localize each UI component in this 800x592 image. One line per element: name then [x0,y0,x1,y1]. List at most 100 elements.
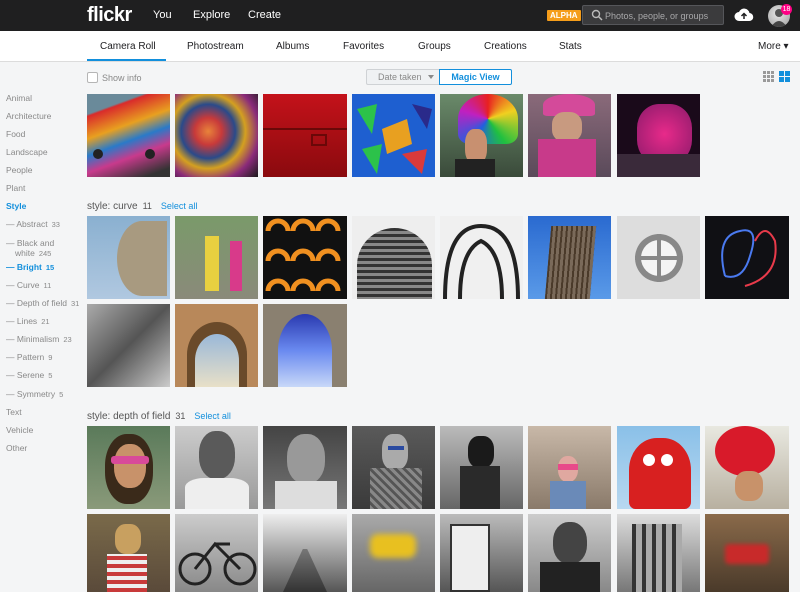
photo-thumbnail[interactable] [263,304,347,387]
photo-thumbnail[interactable] [528,94,611,177]
sidebar-count: 11 [43,281,52,290]
tab-creations[interactable]: Creations [484,41,527,52]
section-count: 11 [142,201,152,211]
notification-badge[interactable]: 18 [781,4,792,15]
sidebar-count: 15 [45,263,55,272]
active-tab-indicator [87,59,166,61]
sidebar-label: Food [6,129,26,139]
sidebar-label: People [6,165,33,175]
photo-thumbnail[interactable] [87,304,170,387]
sidebar-item-lines[interactable]: — Lines 21 [6,316,50,326]
sidebar-item-curve[interactable]: — Curve 11 [6,280,51,290]
sidebar-item-depth-of-field[interactable]: — Depth of field 31 [6,298,79,308]
sidebar-item-text[interactable]: Text [6,407,22,417]
nav-create[interactable]: Create [248,9,281,21]
sidebar-count: 9 [48,353,53,362]
photo-thumbnail[interactable] [175,514,258,592]
photo-thumbnail[interactable] [352,514,435,592]
photo-thumbnail[interactable] [175,426,258,509]
photo-thumbnail[interactable] [87,514,170,592]
grid-view-icon[interactable] [763,71,774,82]
upload-cloud-icon[interactable] [734,7,754,23]
photo-thumbnail[interactable] [528,216,611,299]
sidebar-label: Vehicle [6,425,34,435]
tab-favorites[interactable]: Favorites [343,41,384,52]
sidebar-item-people[interactable]: People [6,165,32,175]
photo-thumbnail[interactable] [440,514,523,592]
sidebar-count: 5 [59,390,64,399]
sidebar-item-architecture[interactable]: Architecture [6,111,51,121]
tab-stats[interactable]: Stats [559,41,582,52]
sidebar-item-black-and-white[interactable]: — Black and white 245 [6,238,54,258]
sidebar-item-style[interactable]: Style [6,201,26,211]
photo-thumbnail[interactable] [440,426,523,509]
photo-thumbnail[interactable] [87,426,170,509]
sidebar-label: — Abstract [6,219,48,229]
photo-thumbnail[interactable] [705,216,789,299]
photo-thumbnail[interactable] [87,216,170,299]
photo-thumbnail[interactable] [440,216,523,299]
more-menu[interactable]: More ▾ [758,41,789,52]
date-taken-label: Date taken [378,72,422,82]
photo-thumbnail[interactable] [263,94,347,177]
photo-thumbnail[interactable] [705,514,789,592]
photo-thumbnail[interactable] [617,514,700,592]
sidebar-item-animal[interactable]: Animal [6,93,32,103]
sidebar-count: 21 [41,317,50,326]
show-info-checkbox[interactable] [87,72,98,83]
sidebar-label: Other [6,443,28,453]
sidebar-label: Plant [6,183,26,193]
chevron-down-icon [428,75,434,79]
photo-thumbnail[interactable] [617,426,700,509]
tab-groups[interactable]: Groups [418,41,451,52]
sidebar-item-plant[interactable]: Plant [6,183,25,193]
photo-thumbnail[interactable] [175,304,258,387]
sidebar-item-food[interactable]: Food [6,129,25,139]
flickr-logo[interactable]: flickr [87,4,132,27]
photo-thumbnail[interactable] [87,94,170,177]
sidebar-count: 5 [48,371,53,380]
tab-camera-roll[interactable]: Camera Roll [100,41,156,52]
sidebar-item-vehicle[interactable]: Vehicle [6,425,33,435]
sidebar-item-pattern[interactable]: — Pattern 9 [6,352,52,362]
magic-view-button[interactable]: Magic View [439,69,512,85]
sidebar-label: — Depth of field [6,298,67,308]
photo-thumbnail[interactable] [705,426,789,509]
sidebar-item-serene[interactable]: — Serene 5 [6,370,52,380]
sidebar-label-line2: white [15,248,35,258]
photo-thumbnail[interactable] [528,514,611,592]
nav-you[interactable]: You [153,9,172,21]
photo-thumbnail[interactable] [352,94,435,177]
tab-albums[interactable]: Albums [276,41,309,52]
photo-thumbnail[interactable] [617,216,700,299]
tab-photostream[interactable]: Photostream [187,41,244,52]
photo-thumbnail[interactable] [263,216,347,299]
sidebar-item-symmetry[interactable]: — Symmetry 5 [6,389,63,399]
select-all-link[interactable]: Select all [161,201,198,211]
sidebar-item-landscape[interactable]: Landscape [6,147,48,157]
photo-thumbnail[interactable] [175,94,258,177]
photo-thumbnail[interactable] [528,426,611,509]
photo-thumbnail[interactable] [352,426,435,509]
photo-thumbnail[interactable] [263,514,347,592]
large-grid-view-icon[interactable] [779,71,790,82]
search-icon [591,9,603,21]
sidebar-item-abstract[interactable]: — Abstract 33 [6,219,60,229]
photo-thumbnail[interactable] [617,94,700,177]
sidebar-label: — Minimalism [6,334,60,344]
photo-thumbnail[interactable] [175,216,258,299]
select-all-link[interactable]: Select all [194,411,231,421]
sidebar-item-minimalism[interactable]: — Minimalism 23 [6,334,72,344]
search-box[interactable] [582,5,724,25]
show-info-label[interactable]: Show info [102,73,142,83]
photo-thumbnail[interactable] [263,426,347,509]
search-input[interactable] [605,8,721,23]
photo-thumbnail[interactable] [352,216,435,299]
sidebar-item-other[interactable]: Other [6,443,27,453]
sidebar-label: — Serene [6,370,45,380]
date-taken-dropdown[interactable]: Date taken [366,69,439,85]
sidebar-label: — Symmetry [6,389,56,399]
nav-explore[interactable]: Explore [193,9,230,21]
photo-thumbnail[interactable] [440,94,523,177]
sidebar-item-bright[interactable]: — Bright 15 [6,262,54,272]
